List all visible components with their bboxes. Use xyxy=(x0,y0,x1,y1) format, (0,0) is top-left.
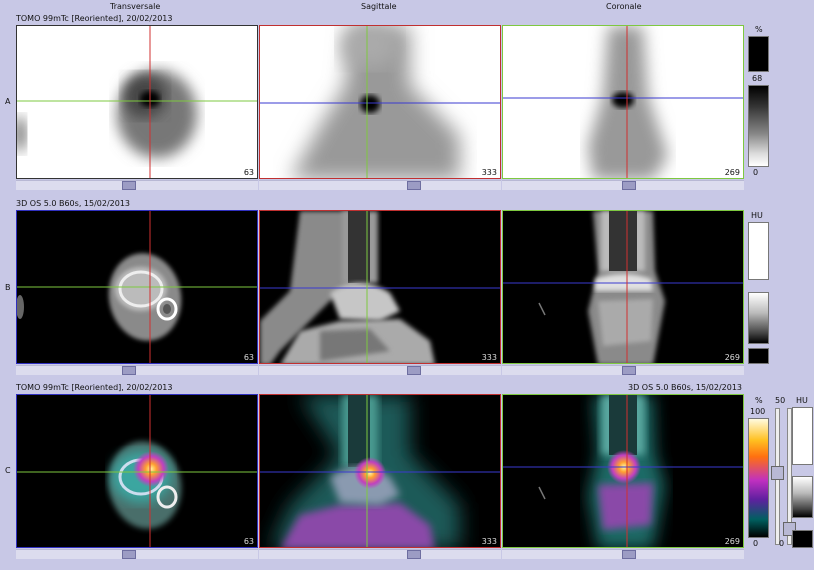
row-a-sagittal-view[interactable]: 333 xyxy=(259,25,501,179)
row-c-transversal-view[interactable]: 63 xyxy=(16,394,258,548)
slice-number: 269 xyxy=(724,353,740,362)
row-a-transversal-scrollbar[interactable] xyxy=(16,180,258,190)
row-b-sagittal-scrollbar[interactable] xyxy=(259,365,501,375)
fusion-sagittal-image xyxy=(260,395,500,547)
scroll-thumb[interactable] xyxy=(407,366,421,375)
row-a-coronal-scrollbar[interactable] xyxy=(502,180,744,190)
fusion-coronal-image xyxy=(503,395,743,547)
row-c-title-right: 3D OS 5.0 B60s, 15/02/2013 xyxy=(628,383,743,392)
scale-c-min: 0 xyxy=(753,539,759,548)
row-a-sagittal-scrollbar[interactable] xyxy=(259,180,501,190)
scale-a-gray-colorbar[interactable] xyxy=(748,85,769,167)
scale-c-ct-unit: HU xyxy=(796,396,808,405)
scroll-thumb[interactable] xyxy=(622,181,636,190)
ct-transversal-image xyxy=(17,211,257,363)
row-b-sagittal-view[interactable]: 333 xyxy=(259,210,501,364)
scale-c-mid-label: 50 xyxy=(775,396,786,405)
scale-b-gray-colorbar[interactable] xyxy=(748,292,769,344)
row-c-title: TOMO 99mTc [Reoriented], 20/02/2013 xyxy=(16,383,173,392)
scroll-thumb[interactable] xyxy=(622,366,636,375)
row-b-transversal-scrollbar[interactable] xyxy=(16,365,258,375)
scale-a-min: 0 xyxy=(753,168,759,177)
scale-b-unit: HU xyxy=(751,211,763,220)
ct-sagittal-image xyxy=(260,211,500,363)
slice-number: 333 xyxy=(481,353,497,362)
scroll-thumb[interactable] xyxy=(122,550,136,559)
row-a-transversal-view[interactable]: 63 xyxy=(16,25,258,179)
slice-number: 269 xyxy=(724,537,740,546)
row-b-title: 3D OS 5.0 B60s, 15/02/2013 xyxy=(16,199,131,208)
scale-a-max: 68 xyxy=(752,74,763,83)
row-c-coronal-view[interactable]: 269 xyxy=(502,394,744,548)
scale-c-pet-colorbar[interactable] xyxy=(748,418,769,538)
scroll-thumb[interactable] xyxy=(407,181,421,190)
row-label-a: A xyxy=(5,97,11,106)
scale-c-max: 100 xyxy=(750,407,766,416)
row-b-coronal-scrollbar[interactable] xyxy=(502,365,744,375)
slice-number: 333 xyxy=(481,537,497,546)
scale-b-floor-bar[interactable] xyxy=(748,348,769,364)
scale-c-ct-colorbar[interactable] xyxy=(792,476,813,518)
row-c-sagittal-view[interactable]: 333 xyxy=(259,394,501,548)
header-sagittale: Sagittale xyxy=(361,2,397,11)
scale-a-window-bar[interactable] xyxy=(748,36,769,72)
row-c-transversal-scrollbar[interactable] xyxy=(16,549,258,559)
row-b-coronal-view[interactable]: 269 xyxy=(502,210,744,364)
scale-a-unit: % xyxy=(755,25,763,34)
spect-coronal-image xyxy=(503,26,743,178)
row-label-c: C xyxy=(5,466,11,475)
fusion-transversal-image xyxy=(17,395,257,547)
scale-c-ct-floor-bar[interactable] xyxy=(792,530,813,548)
row-c-coronal-scrollbar[interactable] xyxy=(502,549,744,559)
scroll-thumb[interactable] xyxy=(122,181,136,190)
slice-number: 63 xyxy=(243,353,254,362)
scale-c-unit: % xyxy=(755,396,763,405)
slice-number: 333 xyxy=(481,168,497,177)
scroll-thumb[interactable] xyxy=(622,550,636,559)
spect-sagittal-image xyxy=(260,26,500,178)
slice-number: 63 xyxy=(243,168,254,177)
header-coronale: Coronale xyxy=(606,2,642,11)
row-label-b: B xyxy=(5,283,11,292)
row-a-title: TOMO 99mTc [Reoriented], 20/02/2013 xyxy=(16,14,173,23)
row-b-transversal-view[interactable]: 63 xyxy=(16,210,258,364)
scale-c-ct-window-bar[interactable] xyxy=(792,407,813,465)
header-transversale: Transversale xyxy=(110,2,161,11)
scroll-thumb[interactable] xyxy=(407,550,421,559)
row-a-coronal-view[interactable]: 269 xyxy=(502,25,744,179)
slice-number: 269 xyxy=(724,168,740,177)
row-c-sagittal-scrollbar[interactable] xyxy=(259,549,501,559)
scale-b-window-bar[interactable] xyxy=(748,222,769,280)
scroll-thumb[interactable] xyxy=(122,366,136,375)
blend-slider-thumb[interactable] xyxy=(771,466,784,480)
scale-c-ct-min: 0 xyxy=(779,539,785,548)
slice-number: 63 xyxy=(243,537,254,546)
spect-transversal-image xyxy=(17,26,257,178)
ct-coronal-image xyxy=(503,211,743,363)
